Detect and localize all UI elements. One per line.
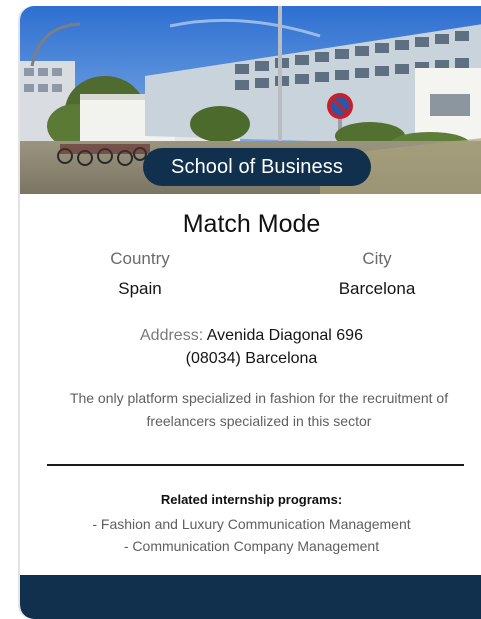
card-footer-bar[interactable] [20,575,481,619]
school-description: The only platform specialized in fashion… [69,390,449,429]
address-line-2: (08034) Barcelona [185,350,318,367]
address-block: Address: Avenida Diagonal 696 (08034) Ba… [20,324,481,370]
program-item: - Communication Company Management [123,538,380,554]
country-value: Spain [118,279,162,298]
city-value: Barcelona [338,279,416,298]
city-label: City [362,249,392,268]
school-card[interactable]: School of Business Match Mode Country Sp… [18,6,481,619]
country-label: Country [110,249,170,268]
school-photo: School of Business [20,6,481,194]
program-title: Match Mode [182,210,321,238]
address-label: Address: [140,327,204,344]
school-type-badge: School of Business [143,148,371,186]
divider [47,464,464,466]
address-street: Avenida Diagonal 696 [206,327,363,344]
program-item: - Fashion and Luxury Communication Manag… [92,516,411,532]
programs-list: - Fashion and Luxury Communication Manag… [20,513,481,557]
address-line-1: Address: Avenida Diagonal 696 [20,324,481,347]
programs-heading: Related internship programs: [160,492,343,507]
